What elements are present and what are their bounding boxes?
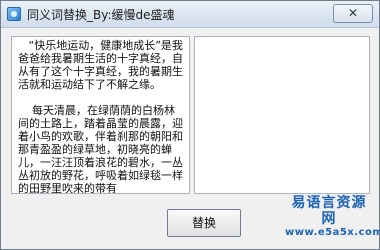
source-text-panel[interactable]: “快乐地运动，健康地成长”是我爸爸给我暑期生活的十字真经，自从有了这个十字真经，…	[11, 36, 190, 194]
result-text-panel[interactable]	[194, 36, 370, 194]
logo-url: www.e5a5x.com	[285, 227, 380, 238]
window-title: 同义词替换_By:缓慢de盛魂	[27, 8, 175, 22]
result-textarea[interactable]	[201, 39, 367, 193]
app-icon	[7, 7, 21, 21]
app-window: 同义词替换_By:缓慢de盛魂 ✕ “快乐地运动，健康地成长”是我爸爸给我暑期生…	[0, 0, 380, 250]
client-area: “快乐地运动，健康地成长”是我爸爸给我暑期生活的十字真经，自从有了这个十字真经，…	[1, 28, 380, 249]
title-bar[interactable]: 同义词替换_By:缓慢de盛魂 ✕	[1, 1, 379, 28]
replace-button[interactable]: 替换	[167, 209, 241, 237]
logo-name: 易语言资源网	[291, 195, 367, 227]
close-button[interactable]: ✕	[333, 4, 373, 23]
site-logo: 易语言资源网 www.e5a5x.com	[285, 195, 380, 239]
source-textarea[interactable]: “快乐地运动，健康地成长”是我爸爸给我暑期生活的十字真经，自从有了这个十字真经，…	[18, 39, 184, 193]
